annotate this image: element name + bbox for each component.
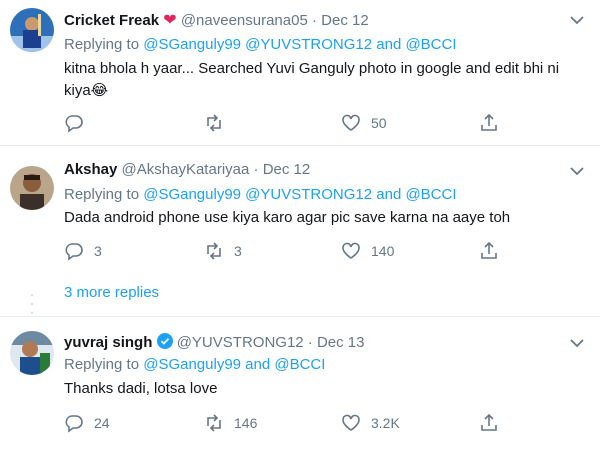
display-name[interactable]: Cricket Freak [64, 12, 159, 29]
retweet-button[interactable]: 146 [204, 413, 257, 433]
avatar[interactable] [10, 331, 54, 375]
share-button[interactable] [479, 113, 499, 133]
chevron-down-icon[interactable] [570, 166, 584, 176]
tweet-header: Cricket Freak ❤ @naveensurana05 · Dec 12 [64, 10, 369, 30]
separator: · [253, 161, 259, 178]
replying-to: Replying to @SGanguly99 @YUVSTRONG12 and… [64, 36, 457, 53]
reply-button[interactable]: 3 [64, 241, 102, 261]
timestamp[interactable]: Dec 13 [317, 334, 365, 351]
avatar[interactable] [10, 166, 54, 210]
replying-links[interactable]: @SGanguly99 @YUVSTRONG12 and @BCCI [143, 36, 456, 53]
share-icon [481, 241, 497, 259]
tweet-header: Akshay @AkshayKatariyaa · Dec 12 [64, 161, 310, 178]
reply-icon [65, 415, 83, 433]
timestamp[interactable]: Dec 12 [263, 161, 311, 178]
like-count: 50 [371, 115, 387, 131]
heart-emoji-icon: ❤ [163, 12, 177, 29]
replying-to: Replying to @SGanguly99 and @BCCI [64, 356, 325, 373]
tweet-text: Dada android phone use kiya karo agar pi… [64, 209, 511, 226]
tweet-2[interactable]: Akshay @AkshayKatariyaa · Dec 12 Replyin… [0, 146, 600, 316]
like-count: 140 [371, 243, 395, 259]
reply-button[interactable] [64, 113, 94, 133]
tweet-1[interactable]: Cricket Freak ❤ @naveensurana05 · Dec 12… [0, 0, 600, 146]
chevron-down-icon[interactable] [570, 15, 584, 25]
reply-icon [65, 243, 83, 261]
like-button[interactable]: 140 [341, 241, 394, 261]
share-icon [481, 413, 497, 431]
heart-icon [342, 414, 360, 431]
verified-badge-icon [156, 333, 173, 349]
retweet-count: 3 [234, 243, 242, 259]
like-count: 3.2K [371, 415, 400, 431]
reply-button[interactable]: 24 [64, 413, 110, 433]
display-name[interactable]: Akshay [64, 161, 117, 178]
heart-icon [342, 114, 360, 131]
separator: · [307, 334, 313, 351]
replying-prefix: Replying to [64, 36, 140, 53]
retweet-icon [207, 114, 221, 132]
timestamp[interactable]: Dec 12 [321, 12, 369, 29]
chevron-down-icon[interactable] [570, 338, 584, 348]
tweet-header: yuvraj singh @YUVSTRONG12 · Dec 13 [64, 333, 365, 351]
replying-prefix: Replying to [64, 356, 140, 373]
retweet-button[interactable] [204, 113, 234, 133]
replying-links[interactable]: @SGanguly99 and @BCCI [143, 356, 325, 373]
display-name[interactable]: yuvraj singh [64, 334, 152, 351]
share-button[interactable] [479, 413, 499, 433]
handle[interactable]: @YUVSTRONG12 [177, 334, 304, 351]
retweet-icon [207, 242, 221, 260]
handle[interactable]: @naveensurana05 [181, 12, 308, 29]
tweet-text: Thanks dadi, lotsa love [64, 380, 218, 397]
retweet-button[interactable]: 3 [204, 241, 242, 261]
like-button[interactable]: 50 [341, 113, 387, 133]
replying-to: Replying to @SGanguly99 @YUVSTRONG12 and… [64, 186, 457, 203]
avatar[interactable] [10, 8, 54, 52]
retweet-icon [207, 414, 221, 432]
retweet-count: 146 [234, 415, 258, 431]
handle[interactable]: @AkshayKatariyaa [122, 161, 250, 178]
share-icon [481, 113, 497, 131]
share-button[interactable] [479, 241, 499, 261]
tweet-3[interactable]: yuvraj singh @YUVSTRONG12 · Dec 13 Reply… [0, 317, 600, 451]
reply-count: 3 [94, 243, 102, 259]
tweet-text: kitna bhola h yaar... Searched Yuvi Gang… [64, 60, 560, 99]
replying-prefix: Replying to [64, 186, 140, 203]
like-button[interactable]: 3.2K [341, 413, 400, 433]
reply-icon [65, 115, 83, 133]
reply-count: 24 [94, 415, 110, 431]
separator: · [311, 12, 317, 29]
replying-links[interactable]: @SGanguly99 @YUVSTRONG12 and @BCCI [143, 186, 456, 203]
heart-icon [342, 242, 360, 259]
more-replies-link[interactable]: 3 more replies [64, 284, 159, 301]
